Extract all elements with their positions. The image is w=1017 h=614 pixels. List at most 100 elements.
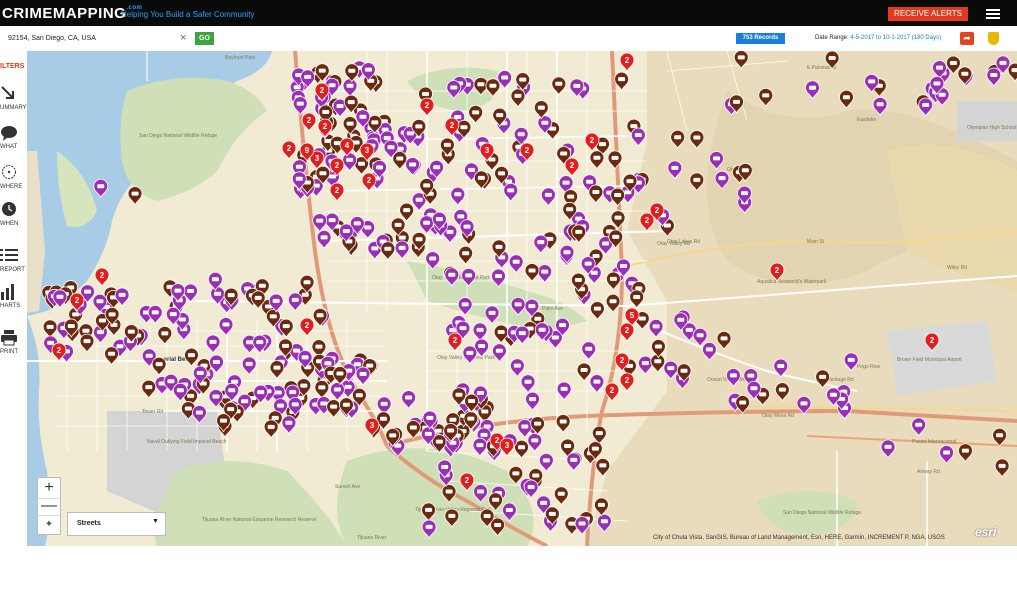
magic-wand-icon[interactable]: ✦ xyxy=(38,515,60,534)
cluster-count-label: 3 xyxy=(315,154,320,163)
sidebar-item-what[interactable]: WHAT xyxy=(0,124,27,168)
cluster-count-label: 2 xyxy=(307,116,312,125)
cluster-count-label: 2 xyxy=(625,326,630,335)
map-label: Olympian High School xyxy=(967,125,1016,131)
cluster-count-label: 2 xyxy=(465,476,470,485)
go-button[interactable]: GO xyxy=(195,32,214,45)
clock-icon xyxy=(2,202,16,216)
cluster-count-label: 2 xyxy=(620,356,625,365)
date-range[interactable]: Date Range: 4-5-2017 to 10-1-2017 (180 D… xyxy=(815,35,941,41)
school xyxy=(957,101,1017,141)
zoom-in-button[interactable]: + xyxy=(38,478,60,498)
sidebar-item-label: HARTS xyxy=(0,303,21,309)
logo-text: CRIMEMAPPING xyxy=(2,5,127,22)
cluster-count-label: 2 xyxy=(570,161,575,170)
cluster-count-label: 2 xyxy=(367,176,372,185)
esri-logo: esri xyxy=(975,525,997,539)
date-range-label: Date Range: xyxy=(815,35,849,41)
map-label: Naval Outlying Field Imperial Beach xyxy=(147,439,227,445)
cluster-count-label: 2 xyxy=(590,136,595,145)
basemap-select[interactable]: Streets ▼ xyxy=(67,512,166,536)
cluster-count-label: 2 xyxy=(645,216,650,225)
cluster-count-label: 2 xyxy=(775,266,780,275)
sidebar-item-label: UMMARY xyxy=(0,105,27,111)
date-range-value[interactable]: 4-5-2017 to 10-1-2017 (180 Days) xyxy=(850,35,941,41)
map-label: Airway Rd xyxy=(917,469,940,475)
target-icon xyxy=(2,165,16,179)
sidebar-item-summary[interactable]: UMMARY xyxy=(0,85,27,129)
cluster-count-label: 5 xyxy=(630,311,635,320)
map-attribution: City of Chula Vista, SanGIS, Bureau of L… xyxy=(653,535,945,541)
printer-icon xyxy=(1,330,17,346)
map-label: Pogo Row xyxy=(857,364,880,370)
cluster-count-label: 2 xyxy=(610,386,615,395)
sidebar-item-when[interactable]: WHEN xyxy=(0,201,27,245)
filter-sidebar: ILTERS UMMARY WHAT WHERE WHEN REPORT HAR… xyxy=(0,51,28,546)
sidebar-item-label: WHEN xyxy=(0,221,19,227)
search-input[interactable] xyxy=(8,32,178,45)
sidebar-item-label: REPORT xyxy=(0,267,25,273)
cluster-count-label: 2 xyxy=(100,271,105,280)
filters-heading: ILTERS xyxy=(0,63,25,70)
cluster-count-label: 2 xyxy=(323,122,328,131)
cluster-count-label: 2 xyxy=(425,101,430,110)
cluster-count-label: 2 xyxy=(305,321,310,330)
map-label: Heritage Rd xyxy=(827,377,854,383)
search-bar: × GO 753 Records Date Range: 4-5-2017 to… xyxy=(0,26,1017,52)
map-label: Main St xyxy=(807,239,825,245)
receive-alerts-button[interactable]: RECEIVE ALERTS xyxy=(888,7,968,21)
tagline: Helping You Build a Safer Community xyxy=(121,10,255,19)
records-badge[interactable]: 753 Records xyxy=(736,33,785,44)
map-label: Aquatica Seaworld's Waterpark xyxy=(757,279,827,285)
cluster-count-label: 2 xyxy=(75,296,80,305)
cluster-count-label: 2 xyxy=(655,206,660,215)
sidebar-item-charts[interactable]: HARTS xyxy=(0,283,27,327)
cluster-count-label: 2 xyxy=(453,336,458,345)
cluster-count-label: 2 xyxy=(57,346,62,355)
map-label: Tijuana River xyxy=(357,535,387,541)
cluster-count-label: 2 xyxy=(287,144,292,153)
cluster-count-label: 2 xyxy=(495,436,500,445)
police-badge-icon[interactable] xyxy=(988,32,999,45)
cluster-count-label: 3 xyxy=(365,146,370,155)
cluster-count-label: 4 xyxy=(345,141,350,150)
basemap[interactable]: Bayfront Park San Diego National Wildlif… xyxy=(27,51,1017,546)
map-label: Paseo Internacional xyxy=(912,439,956,445)
sidebar-item-label: WHERE xyxy=(0,184,23,190)
map-label: Bayfront Park xyxy=(225,55,256,61)
map-label: Brown Field Municipal Airport xyxy=(897,357,962,363)
sidebar-item-label: PRINT xyxy=(0,349,18,355)
cluster-count-label: 2 xyxy=(625,56,630,65)
cluster-count-label: 2 xyxy=(320,86,325,95)
cluster-count-label: 2 xyxy=(525,146,530,155)
zoom-out-button[interactable]: — xyxy=(38,498,60,515)
arrow-icon xyxy=(1,86,14,99)
cluster-count-label: 2 xyxy=(335,161,340,170)
speech-bubble-icon xyxy=(1,126,17,141)
cluster-count-label: 3 xyxy=(370,421,375,430)
share-icon[interactable]: ➦ xyxy=(960,32,974,45)
cluster-count-label: 9 xyxy=(305,146,310,155)
chevron-down-icon: ▼ xyxy=(152,518,159,525)
cluster-count-label: 3 xyxy=(505,441,510,450)
sidebar-item-print[interactable]: PRINT xyxy=(0,329,27,373)
bar-chart-icon xyxy=(1,284,14,300)
basemap-value: Streets xyxy=(77,520,101,527)
map-label: Wiley Rd xyxy=(947,265,967,271)
clear-icon[interactable]: × xyxy=(180,32,186,44)
hamburger-menu-icon[interactable] xyxy=(986,9,1000,19)
sidebar-item-label: WHAT xyxy=(0,144,18,150)
cluster-count-label: 2 xyxy=(335,186,340,195)
top-bar: CRIMEMAPPING.com Helping You Build a Saf… xyxy=(0,0,1017,26)
cluster-count-label: 2 xyxy=(625,376,630,385)
cluster-count-label: 2 xyxy=(930,336,935,345)
crime-map[interactable]: Bayfront Park San Diego National Wildlif… xyxy=(27,51,1017,546)
map-label: San Diego National Wildlife Refuge xyxy=(783,510,861,516)
map-label: Sunset Ave xyxy=(335,484,360,490)
zoom-control: + — ✦ xyxy=(37,477,61,535)
map-label: Tijuana River National Estuarine Researc… xyxy=(202,517,317,523)
cluster-count-label: 3 xyxy=(485,146,490,155)
map-label: Eastlake xyxy=(857,117,876,123)
cluster-count-label: 2 xyxy=(450,121,455,130)
map-label: San Diego National Wildlife Refuge xyxy=(139,133,217,139)
